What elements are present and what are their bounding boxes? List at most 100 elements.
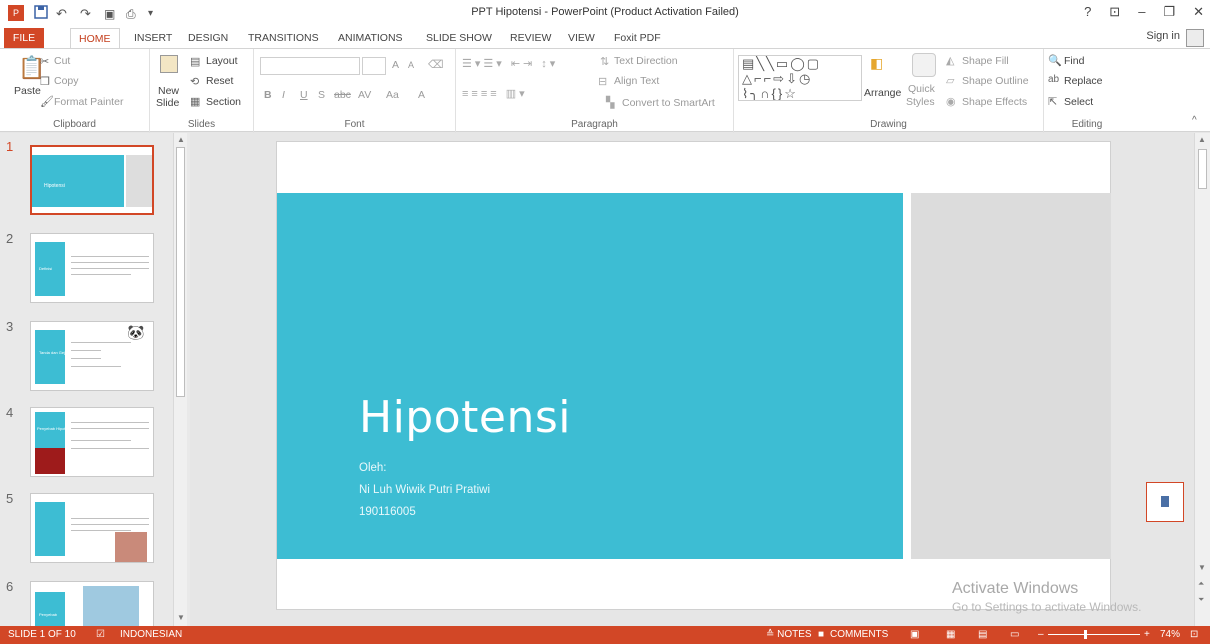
collapse-ribbon-icon[interactable]: ^ (1192, 115, 1197, 126)
slide-subtitle-line[interactable]: Oleh: (359, 462, 387, 474)
thumbnail-slide-1[interactable]: Hipotensi (30, 145, 154, 215)
slide-sorter-icon[interactable]: ▦ (946, 626, 955, 644)
language-indicator[interactable]: INDONESIAN (120, 626, 182, 644)
shapes-gallery[interactable]: ▤╲╲▭◯▢ △⌐⌐⇨⇩◷ ⌇╮∩{}☆ (738, 55, 862, 101)
tab-slide-show[interactable]: SLIDE SHOW (418, 28, 500, 48)
shape-outline-button[interactable]: Shape Outline (962, 75, 1029, 87)
slide-side-block (911, 193, 1111, 559)
drawing-group: ▤╲╲▭◯▢ △⌐⌐⇨⇩◷ ⌇╮∩{}☆ ◧ Arrange Quick Style… (734, 49, 1044, 133)
slide-scrollbar[interactable]: ▲ ▼ ⏶ ⏷ (1194, 133, 1210, 626)
grow-font-button[interactable]: A (392, 59, 399, 71)
zoom-in-icon[interactable]: + (1144, 626, 1150, 644)
clear-formatting-icon[interactable]: ⌫ (428, 58, 444, 71)
select-button[interactable]: Select (1064, 96, 1093, 108)
character-spacing-button[interactable]: AV (358, 89, 371, 101)
ribbon: 📋 Paste ✂ Cut ❐ Copy 🖌 Format Painter Cl… (0, 48, 1210, 133)
shape-outline-icon: ▱ (946, 75, 955, 87)
reading-view-icon[interactable]: ▤ (978, 626, 987, 644)
convert-smartart-button[interactable]: Convert to SmartArt (622, 97, 715, 109)
slide-title[interactable]: Hipotensi (359, 392, 571, 443)
align-text-icon: ⊟ (598, 76, 608, 88)
avatar[interactable] (1186, 29, 1204, 47)
tab-home[interactable]: HOME (70, 28, 120, 49)
tab-transitions[interactable]: TRANSITIONS (240, 28, 327, 48)
copy-button[interactable]: Copy (54, 75, 79, 87)
minimize-button[interactable]: – (1138, 4, 1145, 20)
zoom-slider[interactable] (1048, 634, 1140, 635)
zoom-level[interactable]: 74% (1160, 626, 1180, 644)
slide-subtitle-line[interactable]: 190116005 (359, 506, 416, 518)
slide-subtitle-line[interactable]: Ni Luh Wiwik Putri Pratiwi (359, 484, 490, 496)
fit-slide-icon[interactable]: ⊡ (1190, 626, 1198, 644)
tab-animations[interactable]: ANIMATIONS (330, 28, 411, 48)
find-button[interactable]: Find (1064, 55, 1084, 67)
scroll-down-icon[interactable]: ▼ (1198, 563, 1206, 572)
alignment-buttons-icon[interactable]: ≡≡≡≡ ▥▾ (462, 87, 528, 100)
quick-styles-button-2[interactable]: Styles (906, 96, 935, 108)
paste-button[interactable]: Paste (14, 85, 41, 97)
thumbnail-slide-2[interactable]: Definisi (30, 233, 154, 303)
scroll-up-icon[interactable]: ▲ (1198, 135, 1206, 144)
strikethrough-button[interactable]: abc (334, 89, 351, 101)
shadow-button[interactable]: S (318, 89, 325, 101)
previous-slide-icon[interactable]: ⏶ (1198, 579, 1204, 589)
thumbnail-slide-4[interactable]: Penyebab Hipotensi (30, 407, 154, 477)
text-direction-button[interactable]: Text Direction (614, 55, 678, 67)
section-button[interactable]: Section (206, 96, 241, 108)
list-buttons-icon[interactable]: ☰▾☰▾ ⇤⇥ ↕▾ (462, 57, 558, 70)
shape-effects-button[interactable]: Shape Effects (962, 96, 1027, 108)
ribbon-display-options-icon[interactable]: ⊡ (1109, 4, 1120, 20)
help-button[interactable]: ? (1084, 4, 1091, 20)
scroll-up-icon[interactable]: ▲ (177, 135, 185, 144)
tab-design[interactable]: DESIGN (180, 28, 236, 48)
shrink-font-button[interactable]: A (408, 60, 414, 70)
thumbnails-scrollbar[interactable]: ▲ ▼ (173, 133, 187, 626)
thumbnail-slide-3[interactable]: Tanda dan Gejala 🐼 (30, 321, 154, 391)
font-group: A A ⌫ B I U S abc AV Aa A Font (254, 49, 456, 133)
normal-view-icon[interactable]: ▣ (910, 626, 919, 644)
scroll-down-icon[interactable]: ▼ (177, 613, 185, 622)
next-slide-icon[interactable]: ⏷ (1198, 595, 1204, 605)
thumbnail-slide-6[interactable]: Penyebab (30, 581, 154, 626)
slide-show-icon[interactable]: ▭ (1010, 626, 1019, 644)
shape-fill-button[interactable]: Shape Fill (962, 55, 1009, 67)
tab-view[interactable]: VIEW (560, 28, 603, 48)
new-slide-button[interactable]: New (158, 85, 179, 97)
thumbnail-slide-5[interactable] (30, 493, 154, 563)
notes-button[interactable]: ≙ NOTES (766, 626, 812, 644)
cut-button[interactable]: Cut (54, 55, 70, 67)
comments-button[interactable]: COMMENTS (830, 626, 888, 644)
restore-button[interactable]: ❐ (1163, 4, 1175, 20)
tab-file[interactable]: FILE (4, 28, 44, 48)
change-case-button[interactable]: Aa (386, 89, 399, 101)
close-button[interactable]: ✕ (1193, 4, 1204, 20)
arrange-button[interactable]: Arrange (864, 87, 901, 99)
poster-image (83, 586, 139, 626)
bold-button[interactable]: B (264, 89, 272, 101)
italic-button[interactable]: I (282, 89, 285, 101)
scroll-thumb[interactable] (176, 147, 185, 397)
reset-button[interactable]: Reset (206, 75, 233, 87)
font-color-button[interactable]: A (418, 89, 425, 101)
slide-canvas[interactable]: Hipotensi Oleh: Ni Luh Wiwik Putri Prati… (276, 141, 1111, 610)
zoom-slider-knob[interactable] (1084, 630, 1087, 639)
font-name-combo[interactable] (260, 57, 360, 75)
tab-insert[interactable]: INSERT (126, 28, 180, 48)
align-text-button[interactable]: Align Text (614, 75, 659, 87)
tab-foxit-pdf[interactable]: Foxit PDF (606, 28, 669, 48)
zoom-out-icon[interactable]: – (1038, 626, 1044, 644)
new-slide-icon[interactable] (160, 55, 178, 73)
format-painter-button[interactable]: Format Painter (54, 96, 123, 108)
scroll-thumb[interactable] (1198, 149, 1207, 189)
clipboard-group: 📋 Paste ✂ Cut ❐ Copy 🖌 Format Painter Cl… (0, 49, 150, 133)
spelling-icon[interactable]: ☑ (96, 626, 105, 644)
layout-button[interactable]: Layout (206, 55, 238, 67)
quick-styles-button[interactable]: Quick (908, 83, 935, 95)
sign-in-link[interactable]: Sign in (1146, 30, 1180, 42)
tab-review[interactable]: REVIEW (502, 28, 559, 48)
new-slide-button-2[interactable]: Slide (156, 97, 179, 109)
underline-button[interactable]: U (300, 89, 308, 101)
bookmark-button[interactable] (1146, 482, 1184, 522)
replace-button[interactable]: Replace (1064, 75, 1103, 87)
font-size-combo[interactable] (362, 57, 386, 75)
